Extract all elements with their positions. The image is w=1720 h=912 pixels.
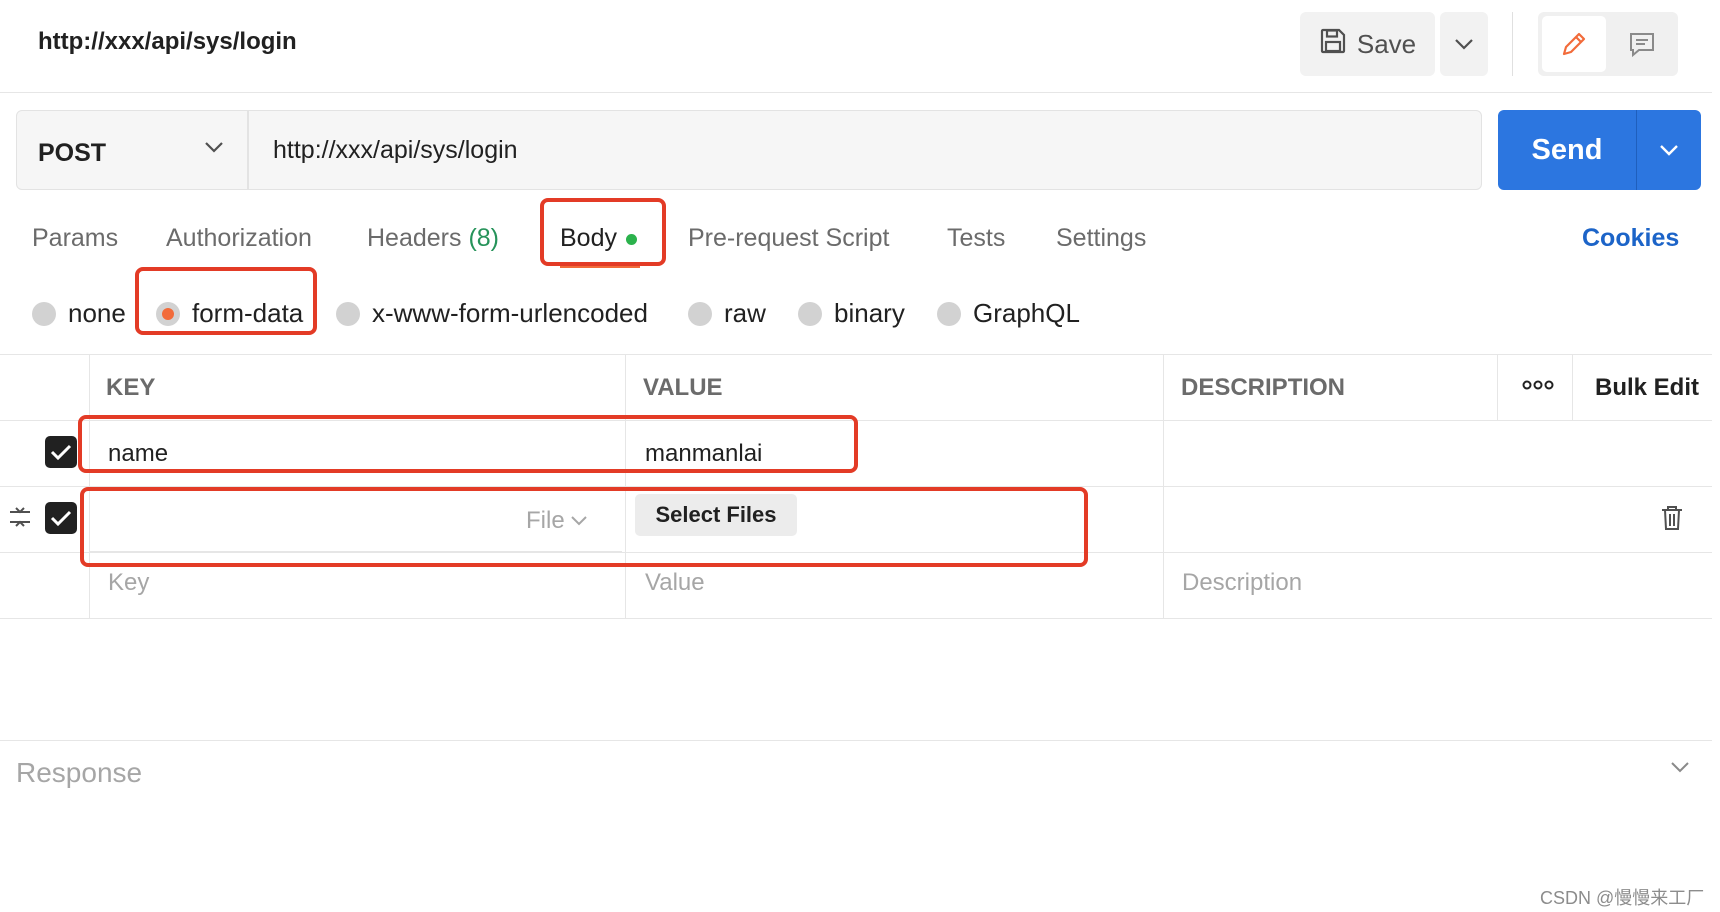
column-divider — [1572, 354, 1573, 420]
tab-settings[interactable]: Settings — [1056, 224, 1146, 253]
annotation-box-form-data — [135, 267, 317, 335]
radio-button — [937, 301, 961, 326]
table-divider — [0, 618, 1712, 619]
comment-icon — [1630, 33, 1654, 58]
tab-authorization[interactable]: Authorization — [166, 224, 312, 253]
radio-button — [32, 301, 56, 326]
radio-button — [798, 301, 822, 326]
annotation-box-body-tab — [540, 198, 666, 266]
column-divider — [89, 354, 90, 618]
column-divider — [1497, 354, 1498, 420]
more-dots-icon — [1522, 380, 1554, 390]
more-options-button[interactable] — [1522, 378, 1554, 396]
url-input[interactable]: http://xxx/api/sys/login — [248, 110, 1482, 190]
chevron-down-icon[interactable] — [1670, 760, 1690, 778]
new-description-input[interactable]: Description — [1182, 569, 1302, 597]
column-header-value: VALUE — [643, 374, 723, 401]
annotation-box-name-row — [78, 415, 858, 473]
column-header-description: DESCRIPTION — [1181, 374, 1346, 401]
chevron-down-icon — [1455, 39, 1473, 50]
tab-headers[interactable]: Headers (8) — [367, 224, 499, 253]
check-icon — [50, 510, 72, 527]
watermark: CSDN @慢慢来工厂 — [1540, 888, 1705, 908]
radio-none[interactable]: none — [32, 298, 126, 329]
method-label: POST — [38, 139, 107, 167]
save-icon — [1319, 27, 1347, 62]
radio-label: none — [68, 298, 126, 328]
headers-count: (8) — [468, 224, 500, 252]
radio-label: x-www-form-urlencoded — [372, 298, 648, 328]
column-header-key: KEY — [106, 374, 156, 401]
send-button[interactable]: Send — [1498, 110, 1636, 190]
response-label[interactable]: Response — [16, 757, 142, 789]
radio-urlencoded[interactable]: x-www-form-urlencoded — [336, 298, 648, 329]
pencil-icon — [1562, 32, 1586, 56]
radio-label: binary — [834, 298, 905, 328]
column-divider — [625, 354, 626, 618]
chevron-down-icon — [204, 140, 224, 158]
bulk-edit-button[interactable]: Bulk Edit — [1595, 374, 1699, 402]
radio-button — [688, 301, 712, 326]
tab-params[interactable]: Params — [32, 224, 118, 253]
new-value-input[interactable]: Value — [645, 569, 705, 597]
radio-label: GraphQL — [973, 298, 1080, 328]
radio-label: raw — [724, 298, 766, 328]
cookies-link[interactable]: Cookies — [1582, 224, 1679, 253]
comment-mode-button[interactable] — [1610, 16, 1674, 72]
radio-graphql[interactable]: GraphQL — [937, 298, 1080, 329]
annotation-box-file-row — [80, 487, 1088, 567]
save-label: Save — [1356, 28, 1417, 59]
column-divider — [1163, 354, 1164, 618]
response-divider — [0, 740, 1712, 741]
send-options-button[interactable] — [1636, 110, 1701, 190]
chevron-down-icon — [1660, 145, 1678, 156]
radio-binary[interactable]: binary — [798, 298, 905, 329]
check-icon — [50, 444, 72, 461]
save-options-button[interactable] — [1440, 12, 1488, 76]
new-key-input[interactable]: Key — [108, 569, 149, 597]
drag-handle-icon[interactable] — [8, 505, 32, 534]
trash-icon[interactable] — [1660, 504, 1684, 537]
tab-headers-label: Headers — [367, 224, 462, 252]
row-enabled-checkbox[interactable] — [45, 502, 77, 534]
tab-prerequest-script[interactable]: Pre-request Script — [688, 224, 889, 253]
request-title[interactable]: http://xxx/api/sys/login — [38, 28, 297, 56]
row-enabled-checkbox[interactable] — [45, 436, 77, 468]
edit-mode-button[interactable] — [1542, 16, 1606, 72]
save-button[interactable]: Save — [1300, 12, 1435, 76]
tab-tests[interactable]: Tests — [947, 224, 1005, 253]
radio-raw[interactable]: raw — [688, 298, 766, 329]
radio-button — [336, 301, 360, 326]
toolbar-divider — [1512, 12, 1513, 76]
